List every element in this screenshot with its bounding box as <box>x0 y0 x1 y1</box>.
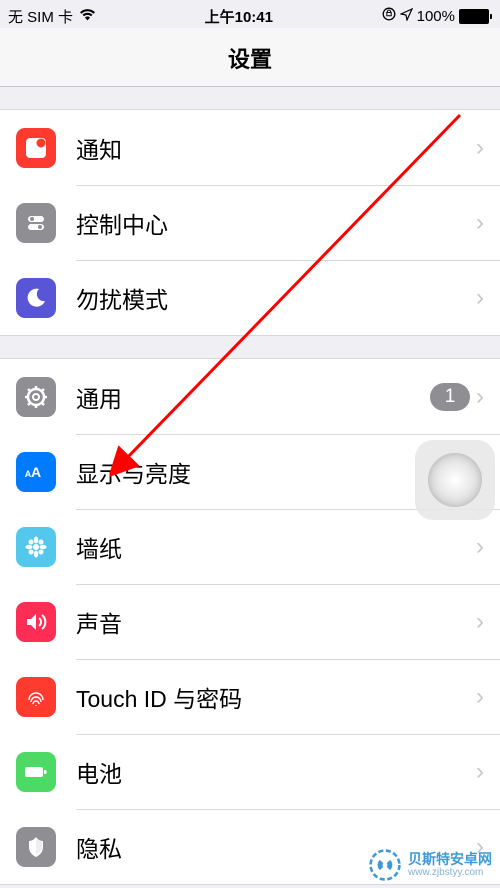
sounds-icon <box>16 602 56 642</box>
location-icon <box>400 8 413 25</box>
row-label: 墙纸 <box>76 530 470 564</box>
display-icon: AA <box>16 452 56 492</box>
watermark-brand: 贝斯特安卓网 <box>408 852 492 867</box>
row-touch-id[interactable]: Touch ID 与密码 › <box>0 659 500 734</box>
row-control-center[interactable]: 控制中心 › <box>0 185 500 260</box>
row-sounds[interactable]: 声音 › <box>0 584 500 659</box>
svg-text:A: A <box>31 464 41 480</box>
settings-group-1: 通知 › 控制中心 › 勿扰模式 › <box>0 109 500 336</box>
row-label: Touch ID 与密码 <box>76 680 470 714</box>
row-dnd[interactable]: 勿扰模式 › <box>0 260 500 335</box>
carrier-text: 无 SIM 卡 <box>8 6 73 27</box>
battery-icon <box>16 752 56 792</box>
row-label: 显示与亮度 <box>76 455 470 489</box>
dnd-icon <box>16 278 56 318</box>
battery-icon <box>459 9 492 24</box>
chevron-right-icon: › <box>476 134 484 162</box>
notification-badge: 1 <box>430 383 470 411</box>
privacy-icon <box>16 827 56 867</box>
row-general[interactable]: 通用 1 › <box>0 359 500 434</box>
watermark-logo-icon <box>368 848 402 882</box>
row-label: 勿扰模式 <box>76 281 470 315</box>
chevron-right-icon: › <box>476 284 484 312</box>
row-wallpaper[interactable]: 墙纸 › <box>0 509 500 584</box>
chevron-right-icon: › <box>476 209 484 237</box>
chevron-right-icon: › <box>476 683 484 711</box>
assistive-touch-button[interactable] <box>415 440 495 520</box>
row-label: 电池 <box>76 755 470 789</box>
status-time: 上午10:41 <box>205 6 273 27</box>
wallpaper-icon <box>16 527 56 567</box>
watermark: 贝斯特安卓网 www.zjbstyy.com <box>368 848 492 882</box>
row-battery[interactable]: 电池 › <box>0 734 500 809</box>
row-label: 声音 <box>76 605 470 639</box>
notifications-icon <box>16 128 56 168</box>
chevron-right-icon: › <box>476 608 484 636</box>
settings-group-2: 通用 1 › AA 显示与亮度 › 墙纸 › 声音 › <box>0 358 500 885</box>
status-left: 无 SIM 卡 <box>8 6 96 27</box>
row-label: 通知 <box>76 131 470 165</box>
touchid-icon <box>16 677 56 717</box>
orientation-lock-icon <box>382 7 396 25</box>
settings-screen: 无 SIM 卡 上午10:41 100% 设置 通知 <box>0 0 500 888</box>
battery-pct: 100% <box>417 8 455 25</box>
row-notifications[interactable]: 通知 › <box>0 110 500 185</box>
row-label: 控制中心 <box>76 206 470 240</box>
status-bar: 无 SIM 卡 上午10:41 100% <box>0 0 500 28</box>
watermark-url: www.zjbstyy.com <box>408 867 492 878</box>
chevron-right-icon: › <box>476 533 484 561</box>
chevron-right-icon: › <box>476 758 484 786</box>
row-label: 通用 <box>76 380 430 414</box>
assistive-touch-inner <box>428 453 482 507</box>
wifi-icon <box>79 8 96 25</box>
nav-header: 设置 <box>0 28 500 87</box>
svg-text:A: A <box>25 469 32 479</box>
general-icon <box>16 377 56 417</box>
page-title: 设置 <box>228 47 272 72</box>
status-right: 100% <box>382 7 492 25</box>
chevron-right-icon: › <box>476 383 484 411</box>
control-center-icon <box>16 203 56 243</box>
